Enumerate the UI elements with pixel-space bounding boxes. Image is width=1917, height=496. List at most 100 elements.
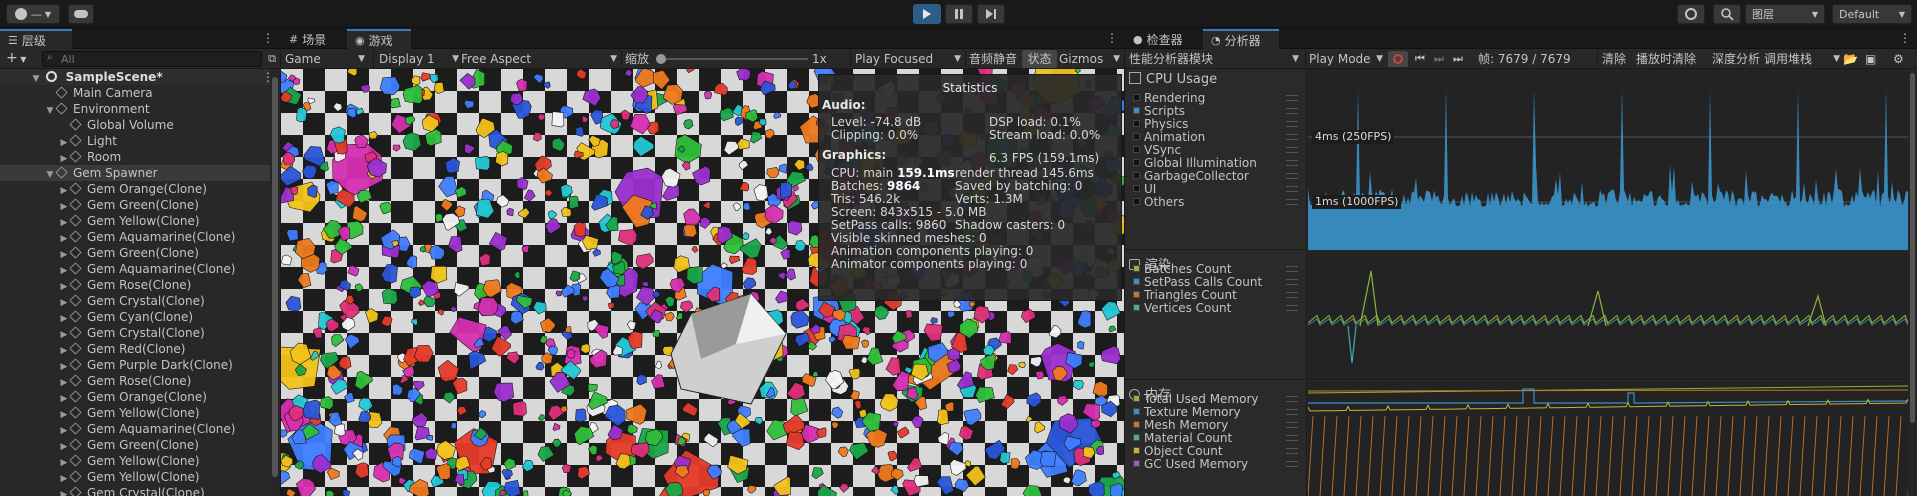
legend-item[interactable]: Vertices Count (1133, 302, 1231, 315)
hierarchy-item[interactable]: ▶ Gem Crystal(Clone) (0, 293, 280, 309)
tab-game[interactable]: ◉ 游戏 (347, 29, 411, 49)
drag-handle-icon[interactable] (1286, 266, 1298, 272)
filter-icon[interactable]: ⧉ (268, 52, 276, 66)
history-button[interactable] (1677, 4, 1705, 24)
clear-on-play-button[interactable]: 播放时清除 (1636, 50, 1696, 68)
drag-handle-icon[interactable] (1286, 279, 1298, 285)
hierarchy-item[interactable]: ▶ Gem Orange(Clone) (0, 389, 280, 405)
render-module-legend[interactable]: 渲染 Batches Count SetPass Calls Count Trian… (1125, 251, 1307, 380)
drag-handle-icon[interactable] (1286, 422, 1298, 428)
drag-handle-icon[interactable] (1286, 108, 1298, 114)
hierarchy-item[interactable]: ▶ Gem Green(Clone) (0, 437, 280, 453)
call-stacks-dropdown[interactable]: 调用堆栈 ▼ (1764, 50, 1840, 68)
panel-menu-icon[interactable]: ⋮ (262, 31, 274, 45)
first-frame-icon[interactable]: ⏮ (1415, 50, 1425, 68)
hierarchy-item[interactable]: ▶ Gem Yellow(Clone) (0, 469, 280, 485)
hierarchy-item[interactable]: ▶ Gem Rose(Clone) (0, 373, 280, 389)
layout-dropdown[interactable]: Default ▼ (1832, 4, 1912, 24)
stats-button[interactable]: 状态 (1022, 50, 1057, 68)
hierarchy-item[interactable]: ▶ Gem Yellow(Clone) (0, 213, 280, 229)
play-button[interactable] (913, 4, 941, 24)
drag-handle-icon[interactable] (1286, 121, 1298, 127)
hierarchy-item[interactable]: ▶ Gem Yellow(Clone) (0, 405, 280, 421)
expand-arrow-icon[interactable]: ▶ (58, 487, 70, 496)
scene-row[interactable]: ▼ SampleScene* ⋮ (0, 69, 280, 85)
drag-handle-icon[interactable] (1286, 160, 1298, 166)
settings-icon[interactable]: ⚙ (1893, 50, 1904, 68)
tab-profiler[interactable]: ◔ 分析器 (1203, 29, 1279, 49)
hierarchy-item[interactable]: ▶ Gem Crystal(Clone) (0, 325, 280, 341)
add-button[interactable]: + ▼ (6, 50, 26, 66)
render-chart[interactable] (1307, 251, 1909, 380)
drag-handle-icon[interactable] (1286, 435, 1298, 441)
legend-item[interactable]: Others (1133, 196, 1184, 209)
record-button[interactable] (1388, 51, 1408, 67)
play-focus-dropdown[interactable]: Play Focused ▼ (855, 50, 965, 68)
display-dropdown[interactable]: Display 1 ▼ (379, 50, 461, 68)
clear-button[interactable]: 清除 (1602, 50, 1626, 68)
hierarchy-item[interactable]: ▶ Gem Red(Clone) (0, 341, 280, 357)
layers-dropdown[interactable]: 图层 ▼ (1745, 4, 1825, 24)
memory-module-legend[interactable]: 内存 Total Used Memory Texture Memory Mesh M… (1125, 381, 1307, 496)
drag-handle-icon[interactable] (1286, 95, 1298, 101)
profiler-scrollbar[interactable] (1908, 69, 1917, 496)
hierarchy-item[interactable]: ▶ Gem Rose(Clone) (0, 277, 280, 293)
cloud-button[interactable] (68, 4, 94, 24)
tab-hierarchy[interactable]: ☰ 层级 (0, 29, 72, 49)
panel-menu-icon[interactable]: ⋮ (1106, 31, 1118, 45)
gizmos-dropdown[interactable]: Gizmos ▼ (1059, 50, 1124, 68)
drag-handle-icon[interactable] (1286, 461, 1298, 467)
play-mode-dropdown[interactable]: Play Mode ▼ (1309, 50, 1385, 68)
drag-handle-icon[interactable] (1286, 409, 1298, 415)
drag-handle-icon[interactable] (1286, 292, 1298, 298)
hierarchy-item[interactable]: ▶ Gem Aquamarine(Clone) (0, 261, 280, 277)
hierarchy-item[interactable]: ▶ Gem Cyan(Clone) (0, 309, 280, 325)
cpu-chart[interactable]: 4ms (250FPS) 1ms (1000FPS) (1308, 69, 1908, 250)
tab-inspector[interactable]: ● 检查器 (1125, 29, 1201, 49)
profiler-modules-dropdown[interactable]: 性能分析器模块 ▼ (1129, 50, 1303, 68)
hierarchy-item[interactable]: ▼ Environment (0, 101, 280, 117)
save-icon[interactable]: ▣ (1865, 50, 1876, 68)
hierarchy-item[interactable]: ▶ Gem Crystal(Clone) (0, 485, 280, 496)
drag-handle-icon[interactable] (1286, 448, 1298, 454)
hierarchy-item[interactable]: ▶ Room (0, 149, 280, 165)
drag-handle-icon[interactable] (1286, 396, 1298, 402)
memory-chart[interactable] (1307, 381, 1914, 496)
search-button[interactable] (1713, 4, 1741, 24)
hierarchy-item[interactable]: ▶ Gem Yellow(Clone) (0, 453, 280, 469)
drag-handle-icon[interactable] (1286, 199, 1298, 205)
hierarchy-item[interactable]: ▶ Gem Purple Dark(Clone) (0, 357, 280, 373)
scale-slider[interactable] (656, 54, 808, 64)
hierarchy-item[interactable]: Main Camera (0, 85, 280, 101)
current-frame-icon[interactable]: ⏭ (1453, 50, 1463, 68)
tab-scene[interactable]: # 场景 (281, 29, 345, 49)
legend-swatch (1133, 265, 1140, 272)
view-mode-dropdown[interactable]: Game ▼ (285, 50, 369, 68)
hierarchy-item[interactable]: ▶ Gem Aquamarine(Clone) (0, 229, 280, 245)
hierarchy-item[interactable]: ▶ Gem Green(Clone) (0, 197, 280, 213)
drag-handle-icon[interactable] (1286, 305, 1298, 311)
panel-menu-icon[interactable]: ⋮ (1899, 31, 1911, 45)
step-button[interactable] (977, 4, 1005, 24)
account-dropdown[interactable]: — ▼ (6, 4, 60, 24)
pause-button[interactable] (945, 4, 973, 24)
hierarchy-item[interactable]: ▶ Gem Aquamarine(Clone) (0, 421, 280, 437)
deep-profile-button[interactable]: 深度分析 (1712, 50, 1760, 68)
hierarchy-item[interactable]: ▶ Gem Green(Clone) (0, 245, 280, 261)
aspect-dropdown[interactable]: Free Aspect ▼ (461, 50, 621, 68)
hierarchy-scrollbar[interactable] (270, 69, 280, 496)
legend-item[interactable]: GC Used Memory (1133, 458, 1248, 471)
hierarchy-item[interactable]: ▼ Gem Spawner (0, 165, 280, 181)
drag-handle-icon[interactable] (1286, 173, 1298, 179)
drag-handle-icon[interactable] (1286, 134, 1298, 140)
mute-audio-button[interactable]: 音频静音 (969, 50, 1017, 68)
drag-handle-icon[interactable] (1286, 186, 1298, 192)
hierarchy-item[interactable]: Global Volume (0, 117, 280, 133)
drag-handle-icon[interactable] (1286, 147, 1298, 153)
search-input[interactable]: ⌕ All (42, 51, 262, 67)
next-frame-icon[interactable]: ⏭ (1434, 50, 1444, 68)
hierarchy-item[interactable]: ▶ Gem Orange(Clone) (0, 181, 280, 197)
hierarchy-item[interactable]: ▶ Light (0, 133, 280, 149)
cpu-module-legend[interactable]: CPU Usage Rendering Scripts Physics Animati… (1125, 69, 1307, 250)
load-icon[interactable]: 📂 (1843, 50, 1858, 68)
